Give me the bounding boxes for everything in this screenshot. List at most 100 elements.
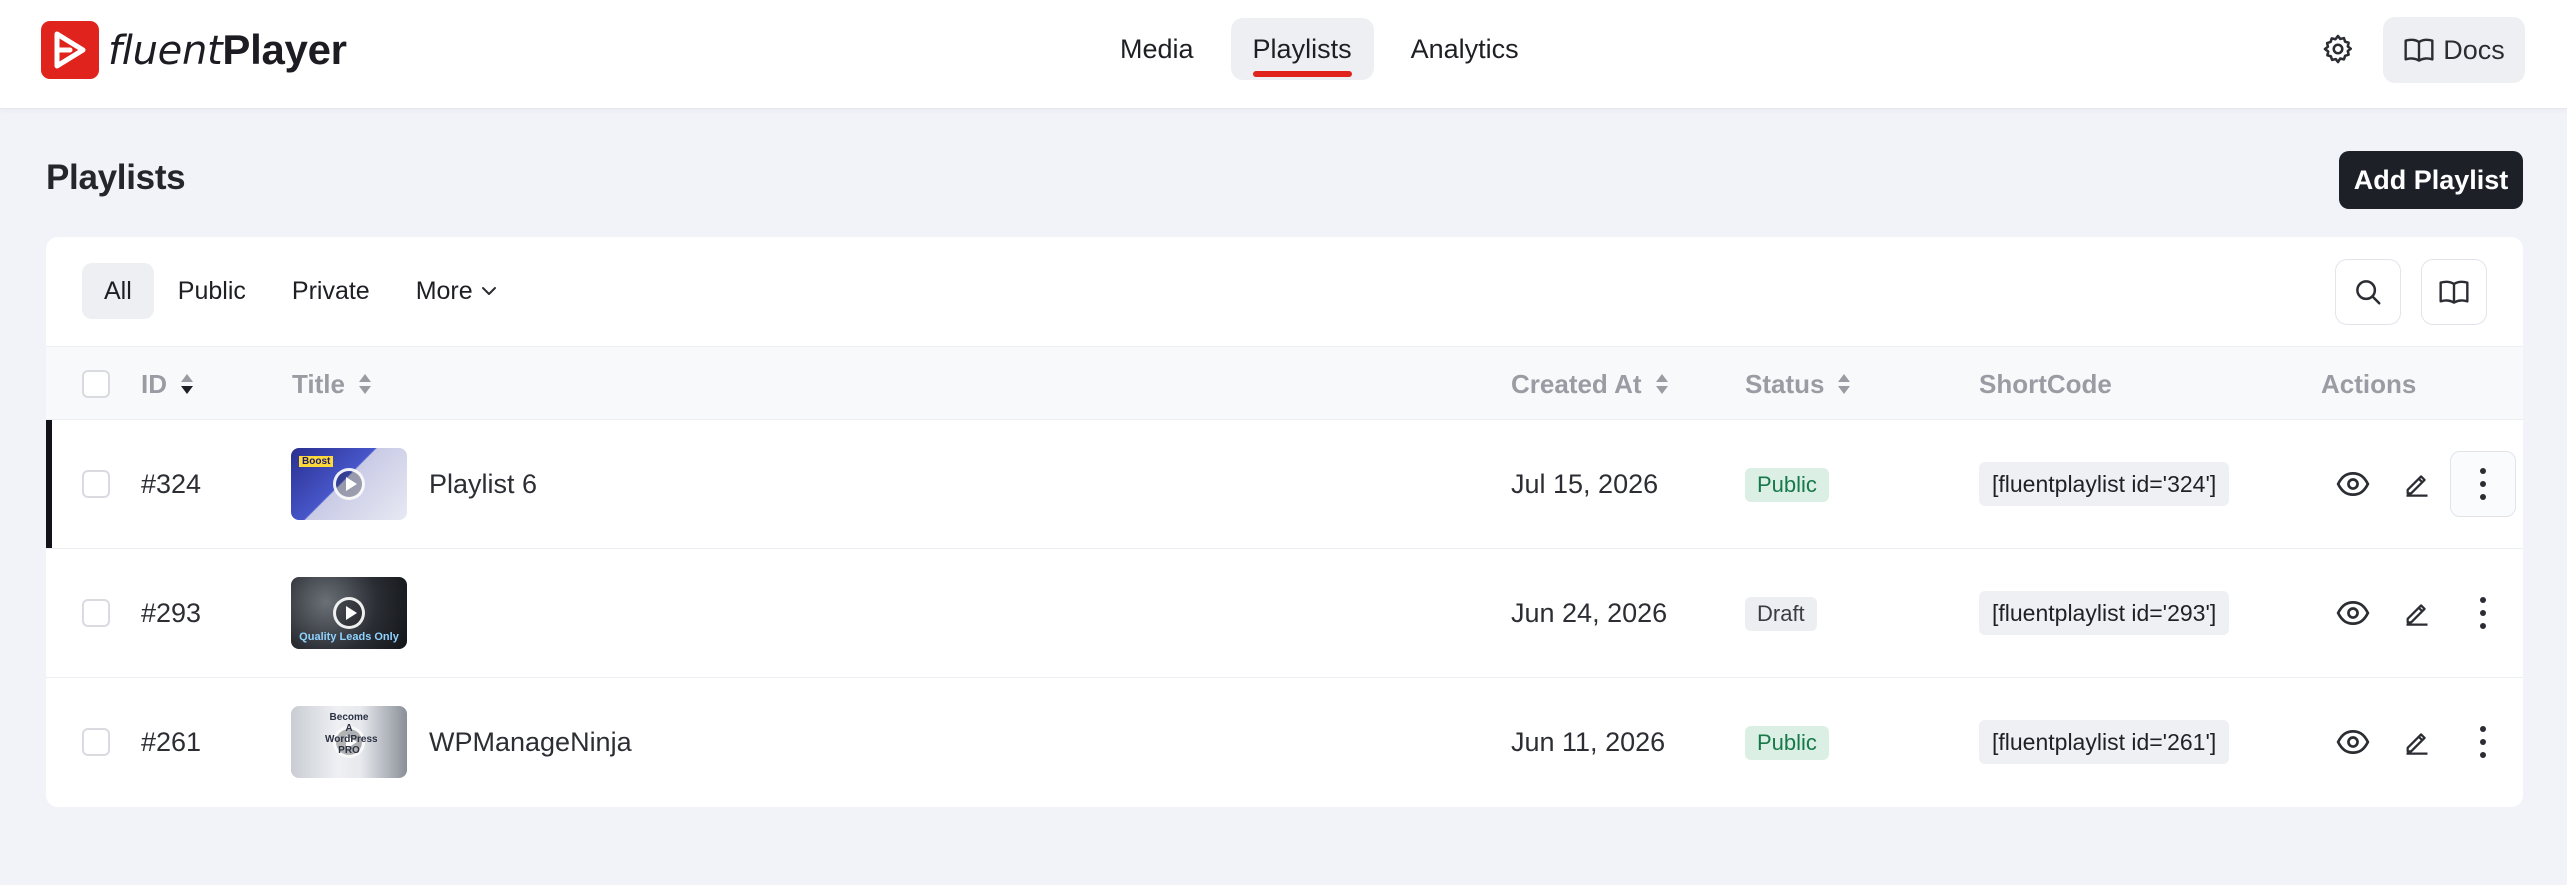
table-row[interactable]: #293 Quality Leads Only Jun 24, 2026 Dra… bbox=[46, 549, 2523, 678]
eye-icon bbox=[2336, 472, 2370, 496]
filter-public-label: Public bbox=[177, 276, 246, 305]
filter-all[interactable]: All bbox=[82, 263, 154, 319]
pencil-icon bbox=[2406, 733, 2428, 755]
filter-more-dropdown[interactable]: More bbox=[394, 263, 519, 319]
table-row[interactable]: #324 Boost Playlist 6 Jul 15, 2026 Publi… bbox=[46, 420, 2523, 549]
filter-tabs: All Public Private More bbox=[82, 263, 519, 319]
table-row[interactable]: #261 Become A WordPress PRO WPManageNinj… bbox=[46, 678, 2523, 807]
eye-icon bbox=[2336, 730, 2370, 754]
sort-icon bbox=[179, 372, 195, 396]
view-button[interactable] bbox=[2329, 718, 2377, 766]
status-badge: Draft bbox=[1745, 597, 1817, 631]
fluentplayer-logo-icon bbox=[41, 21, 99, 79]
nav-analytics-label: Analytics bbox=[1410, 33, 1519, 64]
settings-button[interactable] bbox=[2314, 22, 2362, 76]
thumbnail-caption: Quality Leads Only bbox=[299, 631, 399, 643]
more-actions-button[interactable] bbox=[2459, 589, 2507, 637]
brand-light: fluent bbox=[108, 28, 223, 74]
kebab-icon bbox=[2480, 468, 2486, 500]
gear-icon bbox=[2323, 34, 2353, 64]
column-status-label: Status bbox=[1745, 368, 1825, 399]
kebab-icon bbox=[2480, 726, 2486, 758]
sort-icon bbox=[357, 372, 373, 396]
docs-button[interactable]: Docs bbox=[2383, 17, 2525, 83]
page-title: Playlists bbox=[46, 158, 186, 197]
row-id: #293 bbox=[141, 597, 202, 628]
view-button[interactable] bbox=[2329, 589, 2377, 637]
play-icon bbox=[333, 468, 365, 500]
column-actions-label: Actions bbox=[2321, 368, 2417, 399]
playlists-card: All Public Private More ID Title Created… bbox=[46, 237, 2523, 807]
row-checkbox[interactable] bbox=[82, 470, 110, 498]
column-header-created-at[interactable]: Created At bbox=[1511, 347, 1670, 421]
column-header-shortcode: ShortCode bbox=[1979, 347, 2112, 421]
search-icon bbox=[2356, 280, 2381, 305]
nav-media[interactable]: Media bbox=[1098, 18, 1216, 80]
brand-wordmark: fluentPlayer bbox=[108, 26, 347, 74]
column-header-id[interactable]: ID bbox=[141, 347, 195, 421]
chevron-down-icon bbox=[481, 286, 497, 296]
row-title[interactable]: WPManageNinja bbox=[429, 678, 632, 806]
column-created-label: Created At bbox=[1511, 368, 1642, 399]
view-button[interactable] bbox=[2329, 460, 2377, 508]
column-id-label: ID bbox=[141, 368, 167, 399]
row-title[interactable]: Playlist 6 bbox=[429, 420, 537, 548]
filter-private[interactable]: Private bbox=[270, 263, 392, 319]
playlist-thumbnail[interactable]: Boost bbox=[291, 448, 407, 520]
thumbnail-label: Become A WordPress PRO bbox=[325, 712, 378, 756]
nav-analytics[interactable]: Analytics bbox=[1389, 18, 1541, 80]
book-icon bbox=[2439, 280, 2469, 304]
row-created-at: Jul 15, 2026 bbox=[1511, 468, 1659, 499]
more-actions-button[interactable] bbox=[2459, 718, 2507, 766]
edit-button[interactable] bbox=[2393, 460, 2441, 508]
filter-private-label: Private bbox=[291, 276, 370, 305]
pencil-icon bbox=[2406, 604, 2428, 626]
column-title-label: Title bbox=[292, 368, 345, 399]
row-created-at: Jun 11, 2026 bbox=[1511, 726, 1666, 757]
nav-playlists[interactable]: Playlists bbox=[1230, 18, 1374, 80]
docs-label: Docs bbox=[2443, 34, 2505, 65]
column-shortcode-label: ShortCode bbox=[1979, 368, 2112, 399]
column-header-title[interactable]: Title bbox=[292, 347, 373, 421]
nav-media-label: Media bbox=[1120, 33, 1194, 64]
filter-all-label: All bbox=[104, 276, 132, 305]
status-badge: Public bbox=[1745, 468, 1829, 502]
play-icon bbox=[333, 597, 365, 629]
select-all-checkbox[interactable] bbox=[82, 370, 110, 398]
status-badge: Public bbox=[1745, 726, 1829, 760]
brand-logo[interactable]: fluentPlayer bbox=[41, 21, 347, 79]
book-icon bbox=[2404, 38, 2434, 62]
shortcode-value[interactable]: [fluentplaylist id='324'] bbox=[1979, 462, 2230, 506]
sort-icon bbox=[1654, 372, 1670, 396]
row-checkbox[interactable] bbox=[82, 599, 110, 627]
add-playlist-button[interactable]: Add Playlist bbox=[2339, 151, 2523, 209]
active-nav-underline bbox=[1252, 71, 1352, 77]
pencil-icon bbox=[2406, 475, 2428, 497]
docs-guide-button[interactable] bbox=[2421, 259, 2487, 325]
playlist-thumbnail[interactable]: Become A WordPress PRO bbox=[291, 706, 407, 778]
thumbnail-label: Boost bbox=[299, 456, 334, 467]
row-created-at: Jun 24, 2026 bbox=[1511, 597, 1668, 628]
row-id: #261 bbox=[141, 726, 202, 757]
brand-bold: Player bbox=[222, 26, 347, 73]
top-navbar: fluentPlayer Media Playlists Analytics D… bbox=[0, 0, 2567, 108]
eye-icon bbox=[2336, 601, 2370, 625]
edit-button[interactable] bbox=[2393, 589, 2441, 637]
edit-button[interactable] bbox=[2393, 718, 2441, 766]
shortcode-value[interactable]: [fluentplaylist id='261'] bbox=[1979, 720, 2230, 764]
search-button[interactable] bbox=[2335, 259, 2401, 325]
filter-more-label: More bbox=[415, 276, 473, 305]
column-header-actions: Actions bbox=[2321, 347, 2416, 421]
more-actions-button[interactable] bbox=[2450, 451, 2516, 517]
sort-icon bbox=[1836, 372, 1852, 396]
filter-public[interactable]: Public bbox=[156, 263, 268, 319]
shortcode-value[interactable]: [fluentplaylist id='293'] bbox=[1979, 591, 2230, 635]
row-id: #324 bbox=[141, 468, 202, 499]
column-header-status[interactable]: Status bbox=[1745, 347, 1852, 421]
kebab-icon bbox=[2480, 597, 2486, 629]
row-checkbox[interactable] bbox=[82, 728, 110, 756]
playlist-thumbnail[interactable]: Quality Leads Only bbox=[291, 577, 407, 649]
main-nav: Media Playlists Analytics bbox=[1098, 18, 1541, 80]
nav-playlists-label: Playlists bbox=[1252, 33, 1352, 64]
table-header: ID Title Created At Status ShortCode Act… bbox=[46, 346, 2523, 420]
